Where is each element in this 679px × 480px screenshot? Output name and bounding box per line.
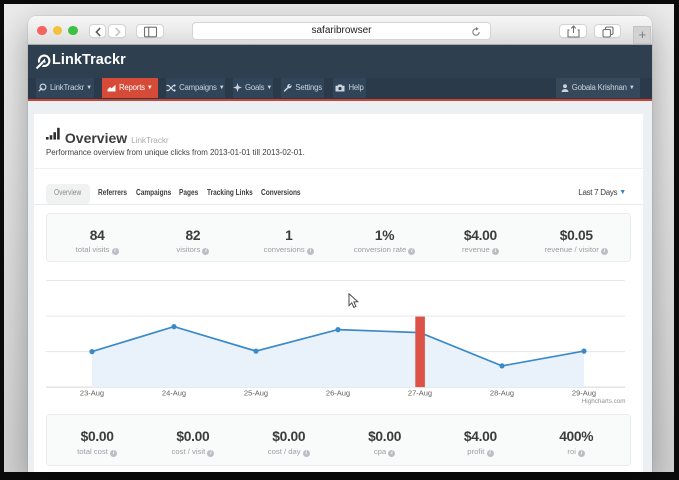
svg-text:Highcharts.com: Highcharts.com bbox=[582, 398, 626, 405]
svg-text:27-Aug: 27-Aug bbox=[408, 389, 432, 398]
svg-text:23-Aug: 23-Aug bbox=[80, 389, 104, 398]
svg-text:25-Aug: 25-Aug bbox=[244, 389, 268, 398]
svg-text:24-Aug: 24-Aug bbox=[162, 389, 186, 398]
svg-text:29-Aug: 29-Aug bbox=[572, 389, 596, 398]
svg-text:28-Aug: 28-Aug bbox=[490, 389, 514, 398]
svg-text:26-Aug: 26-Aug bbox=[326, 389, 350, 398]
